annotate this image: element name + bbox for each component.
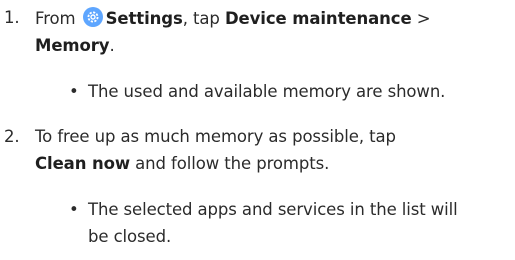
sub-text: be closed. [88, 227, 172, 246]
instructions-document: 1. From Settings, tap Device maintenance… [0, 0, 515, 260]
sub-text: The used and available memory are shown. [88, 82, 446, 101]
step-text: . [109, 36, 115, 55]
step-text: To free up as much memory as possible, t… [35, 127, 396, 146]
device-maintenance-label: Device maintenance [224, 9, 412, 28]
clean-now-label: Clean now [35, 154, 131, 173]
step-1-line-2: Memory. [35, 35, 115, 57]
sub-text: The selected apps and services in the li… [88, 200, 458, 219]
step-text: , tap [182, 9, 220, 28]
arrow-separator: > [416, 9, 431, 28]
bullet: • [69, 200, 79, 219]
step-number: 1. [4, 8, 20, 27]
settings-gear-icon [82, 7, 103, 27]
step-2-line-2: Clean now and follow the prompts. [35, 153, 329, 175]
step-text: From [35, 9, 76, 28]
memory-label: Memory [35, 36, 110, 55]
step-number: 2. [4, 127, 20, 146]
bullet: • [69, 82, 79, 101]
step-text: and follow the prompts. [135, 154, 330, 173]
step-2-sub-line-2: be closed. [88, 226, 171, 248]
settings-label: Settings [105, 9, 183, 28]
